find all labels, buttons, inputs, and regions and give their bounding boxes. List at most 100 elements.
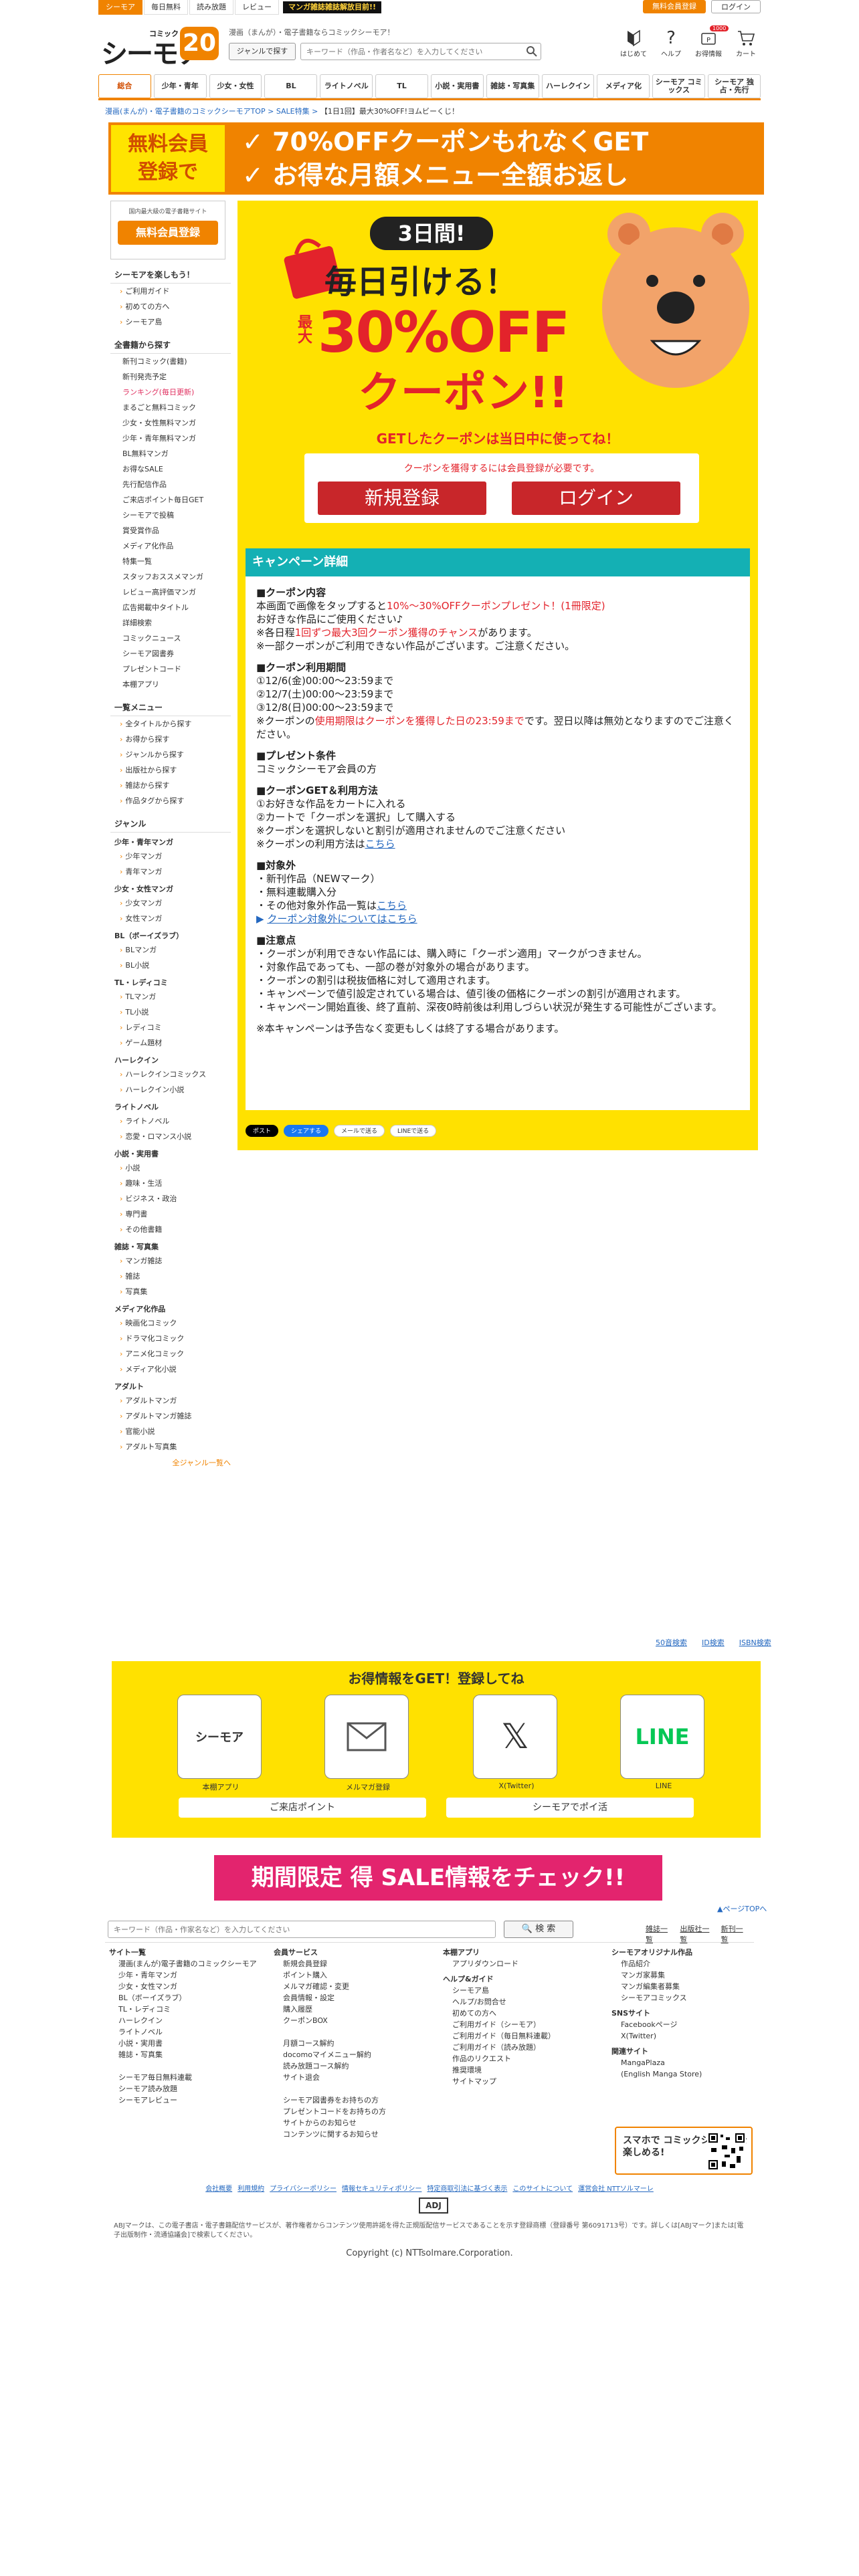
footer-link[interactable]: (English Manga Store) [611, 2068, 702, 2080]
sidebar-search-link[interactable]: プレゼントコード [110, 661, 231, 677]
sidebar-search-link[interactable]: 新刊コミック(書籍) [110, 354, 231, 369]
footer-link[interactable]: 初めての方へ [443, 2008, 555, 2019]
sidebar-enjoy-link[interactable]: 初めての方へ [110, 299, 231, 314]
sidebar-search-link[interactable]: メディア化作品 [110, 538, 231, 554]
sidebar-genre-group[interactable]: 小説・実用書 [110, 1146, 231, 1160]
top-tab-unlimited[interactable]: 読み放題 [189, 0, 233, 15]
sidebar-genre-link[interactable]: BLマンガ [110, 942, 231, 958]
sale-info-banner[interactable]: 期間限定 得 SALE情報をチェック!! [214, 1855, 662, 1901]
nav-exclusive[interactable]: シーモア 独占・先行 [708, 74, 761, 98]
footer-link[interactable]: シーモアコミックス [611, 1992, 702, 2004]
footer-link[interactable]: シーモア図書券をお持ちの方 [274, 2095, 386, 2106]
sidebar-search-link[interactable]: ご来店ポイント毎日GET [110, 492, 231, 508]
top-magazine-banner[interactable]: マンガ雑誌雑誌解放目前!! [283, 1, 382, 13]
header-beginner[interactable]: はじめて [619, 28, 648, 58]
sidebar-search-link[interactable]: コミックニュース [110, 631, 231, 646]
sidebar-genre-link[interactable]: 少女マンガ [110, 895, 231, 911]
footer-link[interactable]: シーモア読み放題 [109, 2083, 257, 2095]
footer-link[interactable]: シーモアレビュー [109, 2095, 257, 2106]
sidebar-genre-link[interactable]: ドラマ化コミック [110, 1331, 231, 1346]
footer-link[interactable]: 読み放題コース解約 [274, 2060, 386, 2072]
legal-link[interactable]: このサイトについて [512, 2185, 573, 2193]
footer-link[interactable]: ご利用ガイド（シーモア） [443, 2019, 555, 2030]
top-tab-daily-free[interactable]: 毎日無料 [144, 0, 188, 15]
sidebar-genre-link[interactable]: アダルト写真集 [110, 1439, 231, 1455]
sidebar-genre-link[interactable]: 青年マンガ [110, 864, 231, 879]
sidebar-list-link[interactable]: ジャンルから探す [110, 747, 231, 762]
sidebar-genre-link[interactable]: TLマンガ [110, 989, 231, 1004]
footer-link[interactable]: Facebookページ [611, 2019, 702, 2030]
sidebar-genre-group[interactable]: BL（ボーイズラブ） [110, 928, 231, 942]
nav-seamoa-comics[interactable]: シーモア コミックス [652, 74, 706, 98]
isbn-search-link[interactable]: ISBN検索 [739, 1637, 771, 1648]
footer-link[interactable]: シーモア島 [443, 1985, 555, 1996]
nav-media[interactable]: メディア化 [597, 74, 650, 98]
header-cart[interactable]: カート [731, 28, 761, 58]
footer-link[interactable]: 月額コース解約 [274, 2038, 386, 2049]
nav-shojo[interactable]: 少女・女性 [209, 74, 262, 98]
free-member-promo-banner[interactable]: 無料会員 登録で ✓ 70%OFFクーポンもれなくGET ✓ お得な月額メニュー… [108, 122, 764, 195]
footer-link[interactable]: サイトからのお知らせ [274, 2117, 386, 2129]
kana-search-link[interactable]: 50音検索 [656, 1637, 687, 1648]
sidebar-search-link[interactable]: スタッフおススメマンガ [110, 569, 231, 584]
top-login-button[interactable]: ログイン [711, 0, 761, 13]
sidebar-genre-link[interactable]: 恋愛・ロマンス小説 [110, 1129, 231, 1144]
sidebar-genre-link[interactable]: アニメ化コミック [110, 1346, 231, 1362]
footer-link[interactable]: ご利用ガイド（毎日無料連載） [443, 2030, 555, 2042]
header-deals[interactable]: P 1000 お得情報 [694, 25, 729, 58]
nav-magazine[interactable]: 雑誌・写真集 [486, 74, 539, 98]
footer-link[interactable]: メルマガ確認・変更 [274, 1981, 386, 1992]
genre-search-button[interactable]: ジャンルで探す [229, 43, 296, 60]
sidebar-genre-link[interactable]: 写真集 [110, 1284, 231, 1299]
sidebar-list-link[interactable]: 作品タグから探す [110, 793, 231, 809]
sidebar-search-link[interactable]: 先行配信作品 [110, 477, 231, 492]
sidebar-enjoy-link[interactable]: ご利用ガイド [110, 284, 231, 299]
sidebar-genre-group[interactable]: ライトノベル [110, 1099, 231, 1113]
footer-link[interactable]: ご利用ガイド（読み放題） [443, 2042, 555, 2053]
sidebar-genre-link[interactable]: 少年マンガ [110, 849, 231, 864]
info-card-line[interactable]: LINE LINE [620, 1695, 707, 1790]
footer-link[interactable]: 作品のリクエスト [443, 2053, 555, 2064]
sidebar-genre-link[interactable]: その他書籍 [110, 1222, 231, 1237]
sidebar-search-link[interactable]: 本棚アプリ [110, 677, 231, 692]
nav-shonen[interactable]: 少年・青年 [153, 74, 207, 98]
sidebar-register-button[interactable]: 無料会員登録 [118, 221, 218, 245]
sidebar-search-link[interactable]: お得なSALE [110, 461, 231, 477]
footer-search-button[interactable]: 🔍 検 索 [504, 1921, 573, 1938]
sidebar-search-link[interactable]: BL無料マンガ [110, 446, 231, 461]
legal-link[interactable]: 利用規約 [237, 2185, 264, 2193]
footer-link[interactable]: 推奨環境 [443, 2064, 555, 2076]
campaign-hero-image[interactable]: 3日間! 毎日引ける！ 最大 30%OFF クーポン!! [237, 201, 758, 418]
site-logo[interactable]: コミック シーモア 20 [101, 27, 221, 70]
sidebar-list-link[interactable]: 全タイトルから探す [110, 716, 231, 732]
top-tab-review[interactable]: レビュー [235, 0, 279, 15]
legal-link[interactable]: 運営会社 NTTソルマーレ [578, 2185, 654, 2193]
register-button[interactable]: 新規登録 [318, 481, 486, 515]
sidebar-list-link[interactable]: お得から探す [110, 732, 231, 747]
sidebar-genre-group[interactable]: 少女・女性マンガ [110, 881, 231, 895]
footer-link[interactable]: マンガ編集者募集 [611, 1981, 702, 1992]
sidebar-genre-link[interactable]: メディア化小説 [110, 1362, 231, 1377]
footer-link[interactable]: ヘルプ/お問合せ [443, 1996, 555, 2008]
sidebar-genre-link[interactable]: ハーレクインコミックス [110, 1067, 231, 1082]
nav-tl[interactable]: TL [375, 74, 428, 98]
app-qr-box[interactable]: スマホで コミックシーモアを 楽しめる! [615, 2127, 753, 2175]
breadcrumb-home[interactable]: 漫画(まんが)・電子書籍のコミックシーモアTOP [105, 107, 266, 116]
footer-link[interactable]: アプリダウンロード [443, 1958, 555, 1969]
sidebar-list-link[interactable]: 雑誌から探す [110, 778, 231, 793]
footer-link[interactable]: クーポンBOX [274, 2015, 386, 2026]
sidebar-genre-link[interactable]: アダルトマンガ [110, 1393, 231, 1408]
sidebar-search-link[interactable]: ランキング(毎日更新) [110, 385, 231, 400]
footer-link[interactable]: ハーレクイン [109, 2015, 257, 2026]
footer-link[interactable]: BL（ボーイズラブ） [109, 1992, 257, 2004]
sidebar-all-genres-link[interactable]: 全ジャンル一覧へ [110, 1455, 231, 1468]
sidebar-genre-link[interactable]: ゲーム題材 [110, 1035, 231, 1051]
visit-point-button[interactable]: ご来店ポイント [179, 1798, 426, 1818]
id-search-link[interactable]: ID検索 [702, 1637, 725, 1648]
sidebar-search-link[interactable]: 賞受賞作品 [110, 523, 231, 538]
footer-link[interactable]: 少年・青年マンガ [109, 1969, 257, 1981]
footer-link[interactable]: 作品紹介 [611, 1958, 702, 1969]
footer-link[interactable]: 会員情報・設定 [274, 1992, 386, 2004]
top-register-button[interactable]: 無料会員登録 [643, 0, 706, 13]
sidebar-genre-link[interactable]: 女性マンガ [110, 911, 231, 926]
